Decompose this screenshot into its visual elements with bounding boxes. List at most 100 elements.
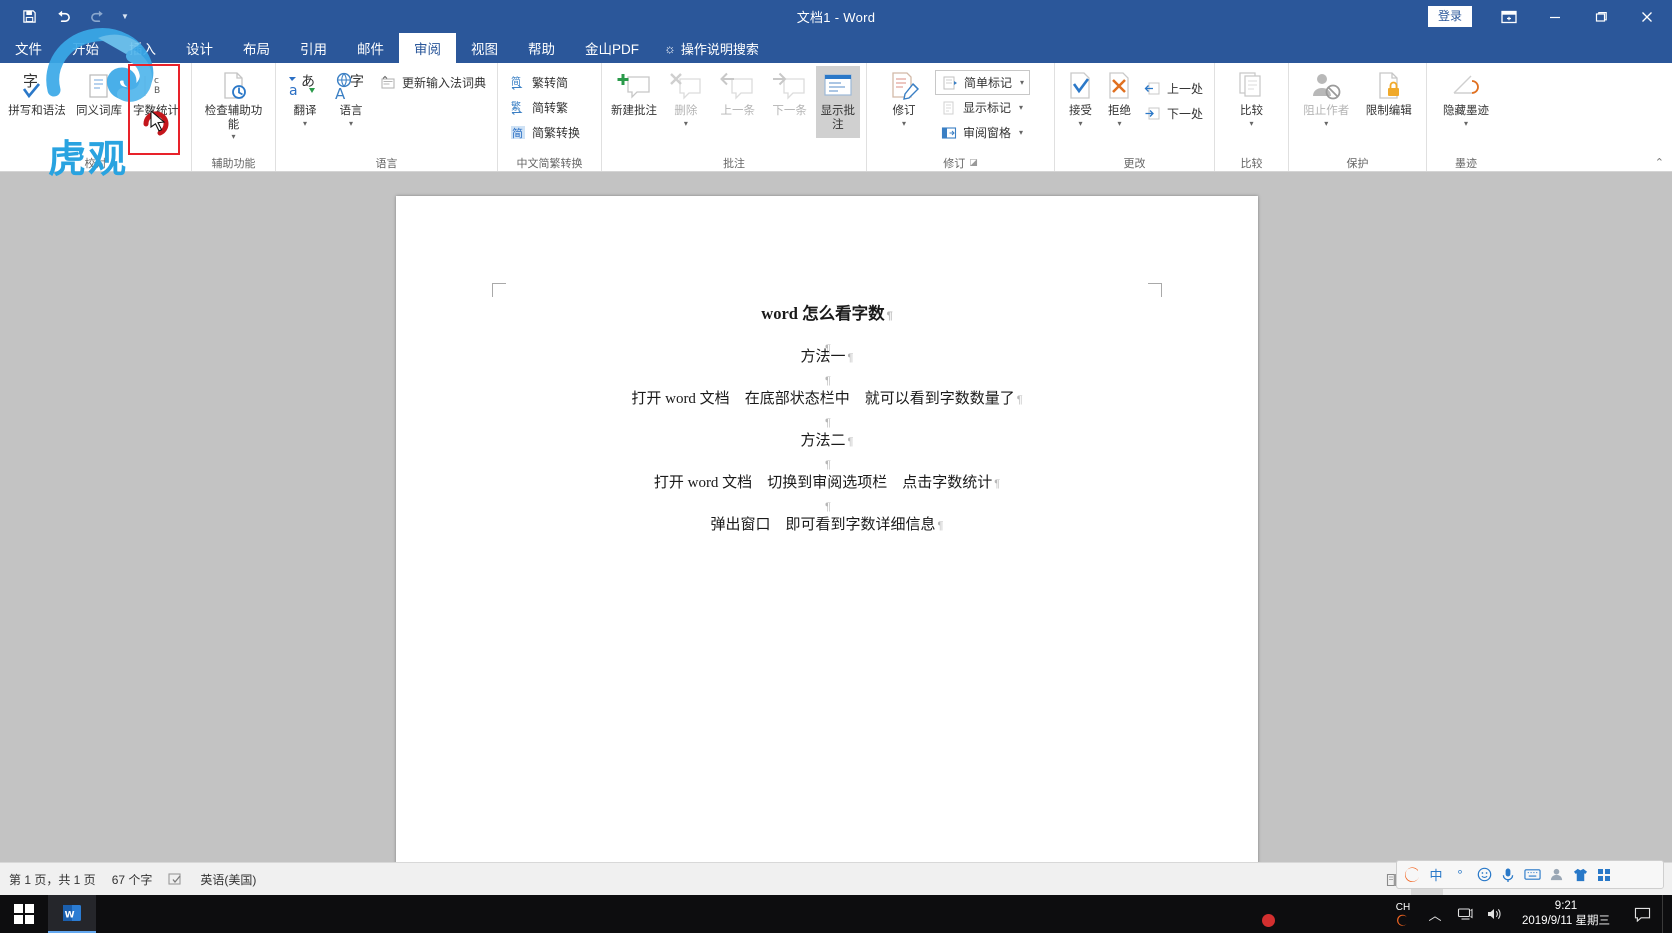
- tab-kingsoft-pdf[interactable]: 金山PDF: [570, 33, 654, 63]
- tell-me-search[interactable]: ☼ 操作说明搜索: [654, 33, 769, 63]
- spelling-and-grammar-button[interactable]: 字 拼写和语法: [6, 66, 68, 138]
- ribbon-display-options-icon[interactable]: [1486, 0, 1532, 33]
- hide-ink-button[interactable]: 隐藏墨迹 ▾: [1435, 66, 1497, 138]
- svg-text:あ: あ: [301, 74, 315, 90]
- delete-comment-button: 删除 ▾: [660, 66, 712, 138]
- chevron-down-icon[interactable]: ▾: [1464, 119, 1468, 129]
- chevron-down-icon[interactable]: ▾: [1020, 78, 1024, 87]
- chevron-down-icon[interactable]: ▾: [1249, 119, 1253, 129]
- chevron-down-icon[interactable]: ▾: [1019, 103, 1023, 112]
- compare-button[interactable]: 比较 ▾: [1221, 66, 1282, 138]
- voice-input-icon[interactable]: [1497, 864, 1519, 886]
- tab-review[interactable]: 审阅: [399, 33, 456, 63]
- reviewing-pane-icon: [940, 124, 958, 142]
- tab-file[interactable]: 文件: [0, 33, 57, 63]
- document-page[interactable]: word 怎么看字数 ¶ ¶ 方法一 ¶ ¶ 打开 word 文档 在底部状态栏中 …: [396, 196, 1258, 862]
- update-ime-dictionary-button[interactable]: 更新输入法词典: [374, 70, 491, 95]
- restrict-editing-label: 限制编辑: [1365, 105, 1412, 117]
- display-for-review-dropdown[interactable]: 简单标记 ▾: [935, 70, 1031, 95]
- document-canvas[interactable]: word 怎么看字数 ¶ ¶ 方法一 ¶ ¶ 打开 word 文档 在底部状态栏中 …: [0, 172, 1672, 862]
- close-icon[interactable]: [1624, 0, 1670, 33]
- traditional-to-simplified-button[interactable]: 简 繁转简: [504, 70, 585, 95]
- chinese-english-toggle[interactable]: 中: [1425, 864, 1447, 886]
- undo-icon[interactable]: [46, 4, 80, 30]
- show-markup-dropdown[interactable]: 显示标记 ▾: [935, 95, 1030, 120]
- document-paragraph-text: 方法一: [800, 348, 846, 365]
- chevron-down-icon[interactable]: ▾: [1117, 119, 1121, 129]
- tab-insert[interactable]: 插入: [114, 33, 171, 63]
- chevron-down-icon[interactable]: ▾: [349, 119, 353, 129]
- soft-keyboard-icon[interactable]: [1521, 864, 1543, 886]
- proofing-errors-icon[interactable]: [168, 872, 184, 886]
- page-number-status[interactable]: 第 1 页，共 1 页: [9, 871, 96, 888]
- quick-access-toolbar: ▼: [0, 4, 136, 30]
- word-count-status[interactable]: 67 个字: [112, 871, 153, 888]
- tab-home[interactable]: 开始: [57, 33, 114, 63]
- accept-change-button[interactable]: 接受 ▾: [1061, 66, 1100, 138]
- translate-button[interactable]: aあ 翻译 ▾: [282, 66, 328, 138]
- user-icon[interactable]: [1545, 864, 1567, 886]
- tab-mailings[interactable]: 邮件: [342, 33, 399, 63]
- show-desktop-button[interactable]: [1662, 895, 1672, 933]
- reviewing-pane-label: 审阅窗格: [963, 126, 1012, 140]
- action-center-icon[interactable]: [1622, 895, 1662, 933]
- tab-help[interactable]: 帮助: [513, 33, 570, 63]
- chinese-conversion-button[interactable]: 简 简繁转换: [504, 120, 585, 145]
- collapse-ribbon-icon[interactable]: ⌃: [1655, 156, 1664, 169]
- chevron-down-icon[interactable]: ▾: [303, 119, 307, 129]
- chevron-down-icon[interactable]: ▾: [1019, 128, 1023, 137]
- sign-in-button[interactable]: 登录: [1427, 6, 1472, 27]
- restrict-editing-button[interactable]: 限制编辑: [1358, 66, 1421, 138]
- skin-icon[interactable]: [1569, 864, 1591, 886]
- punctuation-mode-icon[interactable]: °: [1449, 864, 1471, 886]
- restore-icon[interactable]: [1578, 0, 1624, 33]
- svg-text:W: W: [65, 910, 75, 920]
- tab-design[interactable]: 设计: [171, 33, 228, 63]
- thesaurus-button[interactable]: 同义词库: [68, 66, 130, 138]
- tracking-dialog-launcher[interactable]: ◪: [969, 157, 978, 168]
- emoji-icon[interactable]: [1473, 864, 1495, 886]
- svg-text:c: c: [154, 76, 159, 86]
- tab-references[interactable]: 引用: [285, 33, 342, 63]
- simplified-to-traditional-button[interactable]: 繁 简转繁: [504, 95, 585, 120]
- language-button[interactable]: A字 语言 ▾: [328, 66, 374, 138]
- chevron-down-icon: ▾: [1324, 118, 1329, 128]
- new-comment-button[interactable]: 新建批注: [608, 66, 660, 138]
- toolbox-icon[interactable]: [1593, 864, 1615, 886]
- sogou-logo-icon[interactable]: [1401, 864, 1423, 886]
- chevron-down-icon[interactable]: ▾: [902, 119, 906, 129]
- customize-qat-caret-icon[interactable]: ▼: [114, 4, 136, 30]
- recording-indicator: [1262, 914, 1275, 927]
- chevron-down-icon[interactable]: ▾: [231, 132, 235, 142]
- check-accessibility-button[interactable]: 检查辅助功能 ▾: [203, 66, 265, 142]
- document-paragraph: ¶: [396, 491, 1258, 512]
- reject-change-button[interactable]: 拒绝 ▾: [1100, 66, 1139, 138]
- network-icon[interactable]: [1450, 895, 1480, 933]
- document-body[interactable]: word 怎么看字数 ¶ ¶ 方法一 ¶ ¶ 打开 word 文档 在底部状态栏中 …: [396, 305, 1258, 533]
- show-comments-icon: [820, 69, 856, 105]
- tab-layout[interactable]: 布局: [228, 33, 285, 63]
- reviewing-pane-dropdown[interactable]: 审阅窗格 ▾: [935, 120, 1030, 145]
- ribbon-tab-bar: 文件 开始 插入 设计 布局 引用 邮件 审阅 视图 帮助 金山PDF ☼ 操作…: [0, 33, 1672, 90]
- word-taskbar-icon[interactable]: W: [48, 895, 96, 933]
- start-button[interactable]: [0, 895, 48, 933]
- redo-icon[interactable]: [80, 4, 114, 30]
- save-icon[interactable]: [12, 4, 46, 30]
- track-changes-button[interactable]: 修订 ▾: [873, 66, 935, 138]
- next-change-button[interactable]: 下一处: [1139, 101, 1208, 126]
- language-status[interactable]: 英语(美国): [200, 871, 256, 888]
- minimize-icon[interactable]: [1532, 0, 1578, 33]
- svg-text:a: a: [289, 83, 298, 99]
- sogou-ime-toolbar[interactable]: 中 °: [1396, 860, 1664, 889]
- show-comments-button[interactable]: 显示批注: [815, 66, 860, 138]
- show-hidden-icons-icon[interactable]: ︿: [1420, 895, 1450, 933]
- chevron-down-icon[interactable]: ▾: [1078, 119, 1082, 129]
- previous-change-button[interactable]: 上一处: [1139, 76, 1208, 101]
- ribbon-group-label-accessibility: 辅助功能: [211, 157, 256, 170]
- input-language-indicator[interactable]: CH: [1386, 895, 1420, 933]
- tab-view[interactable]: 视图: [456, 33, 513, 63]
- paragraph-mark: ¶: [825, 458, 831, 471]
- previous-comment-icon: [719, 69, 757, 105]
- volume-icon[interactable]: [1480, 895, 1510, 933]
- taskbar-clock[interactable]: 9:21 2019/9/11 星期三: [1510, 895, 1622, 933]
